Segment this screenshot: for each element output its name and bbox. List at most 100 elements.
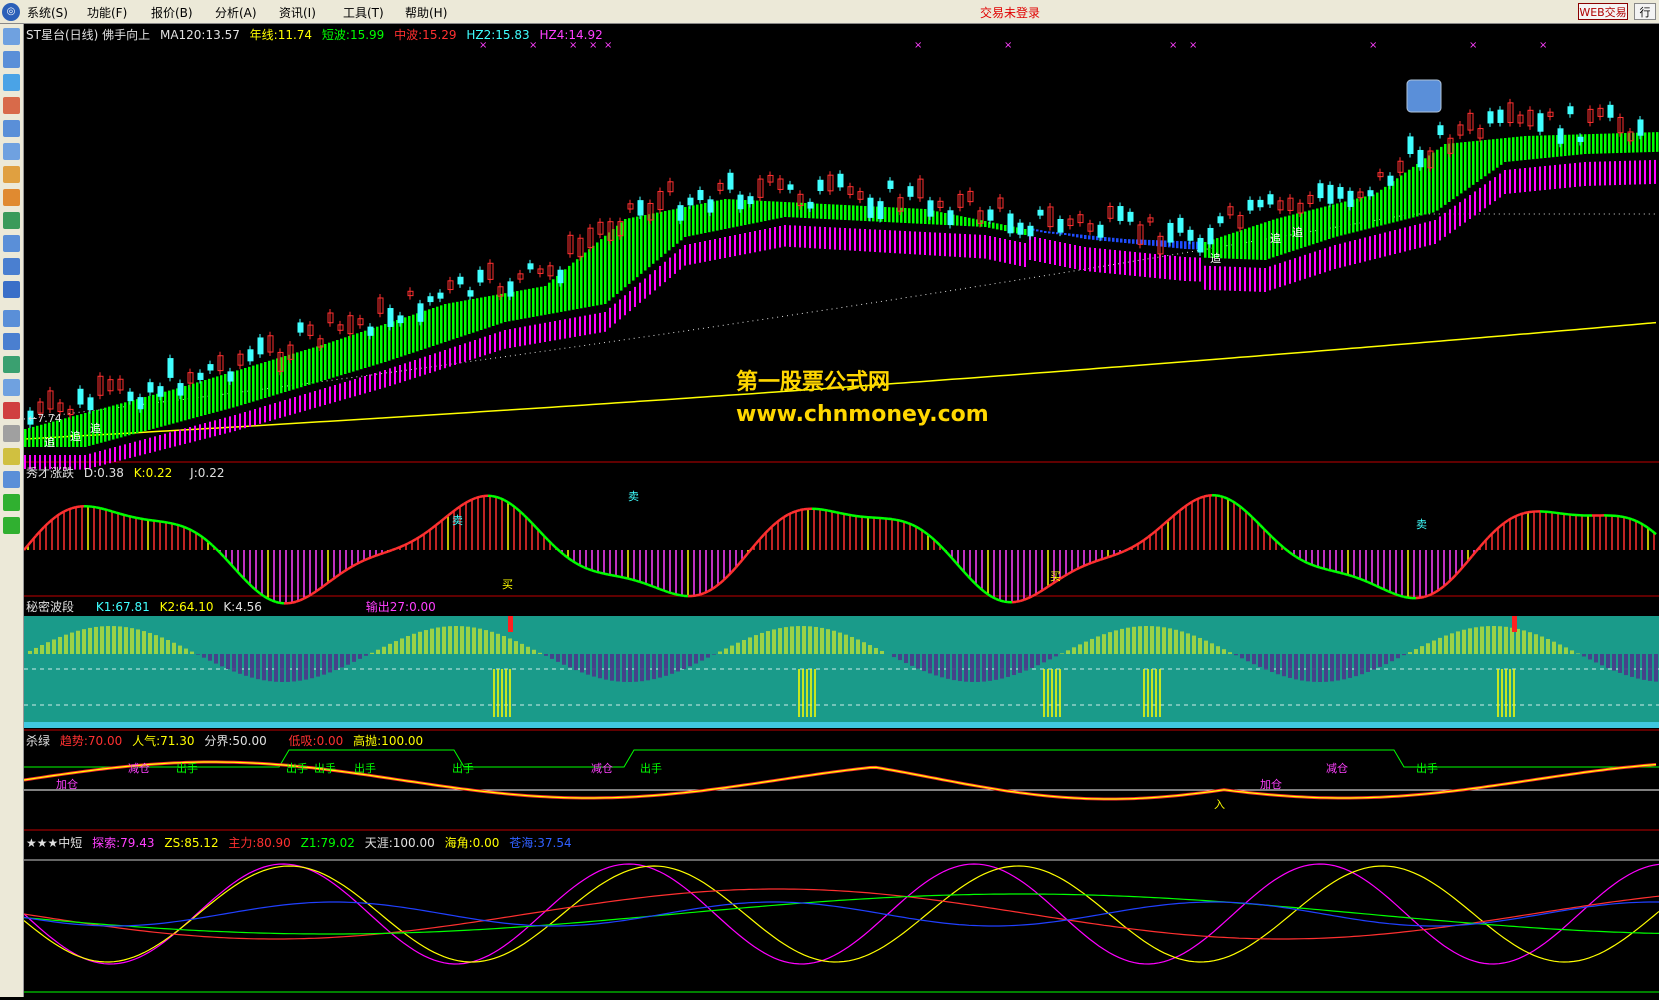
xiucai-line [840, 513, 844, 514]
zhongduan-line [24, 894, 1659, 934]
app-logo-icon[interactable]: ◎ [2, 3, 20, 21]
xiucai-line [1332, 571, 1336, 572]
lower-ribbon-bar [474, 340, 476, 359]
lower-ribbon-bar [189, 427, 191, 443]
toolbar-users-icon[interactable] [3, 212, 20, 229]
ribbon-bar [300, 351, 303, 387]
xiucai-line [572, 561, 576, 564]
menu-system[interactable]: 系统(S) [27, 4, 68, 21]
menu-function[interactable]: 功能(F) [87, 4, 127, 21]
toolbar-dollar-icon[interactable] [3, 402, 20, 419]
row-button[interactable]: 行 [1634, 3, 1656, 20]
lower-ribbon-bar [714, 239, 716, 260]
xiucai-line [764, 530, 768, 534]
menu-news[interactable]: 资讯(I) [279, 4, 316, 21]
xiucai-line [1268, 533, 1272, 537]
toolbar-money-icon[interactable] [3, 189, 20, 206]
ribbon-bar [1180, 241, 1183, 249]
toolbar-drag-icon[interactable] [3, 425, 20, 442]
candle-body [1198, 238, 1203, 252]
xiucai-line [56, 514, 60, 517]
lower-ribbon-bar [1529, 168, 1531, 192]
ribbon-bar [1088, 235, 1091, 239]
lower-ribbon-bar [1094, 248, 1096, 272]
candle-body [1028, 226, 1033, 236]
lower-ribbon-bar [434, 353, 436, 371]
ribbon-bar [128, 401, 131, 435]
chart-area[interactable]: ×××××××××××× ST星台(日线) 佛手向上 MA120:13.57 年… [24, 24, 1659, 1000]
toolbar-list-icon[interactable] [3, 51, 20, 68]
lower-ribbon-bar [489, 335, 491, 354]
lower-ribbon-bar [1374, 235, 1376, 259]
hz2-value: HZ2:15.83 [466, 28, 529, 42]
ribbon-bar [484, 297, 487, 329]
xiucai-line [1064, 574, 1068, 576]
xiucai-line [1560, 513, 1564, 514]
ribbon-bar [380, 325, 383, 363]
xiucai-line [168, 523, 172, 524]
lower-ribbon-bar [1544, 166, 1546, 190]
lower-ribbon-bar [1209, 266, 1211, 290]
toolbar-indicator-icon[interactable] [3, 310, 20, 327]
xiucai-line [1360, 579, 1364, 581]
toolbar-draw-icon[interactable] [3, 448, 20, 465]
ribbon-bar [440, 305, 443, 343]
toolbar-etf-icon[interactable] [3, 281, 20, 298]
xiucai-line [1260, 525, 1264, 529]
menu-analysis[interactable]: 分析(A) [215, 4, 257, 21]
toolbar-chart-icon[interactable] [3, 356, 20, 373]
candle-body [438, 293, 443, 298]
xiucai-line [1132, 545, 1136, 547]
ribbon-bar [328, 343, 331, 379]
xiucai-line [668, 592, 672, 593]
toolbar-search-icon[interactable] [3, 258, 20, 275]
menu-tools[interactable]: 工具(T) [343, 4, 384, 21]
xiucai-line [796, 510, 800, 511]
lower-ribbon-bar [1294, 258, 1296, 282]
lower-ribbon-bar [1624, 161, 1626, 185]
toolbar-crosshair-icon[interactable] [3, 471, 20, 488]
top-marker: × [1189, 40, 1197, 51]
lower-ribbon-bar [269, 405, 271, 421]
xiucai-legend: 秀才涨跌 D:0.38 K:0.22 J:0.22 [26, 464, 230, 481]
candle-body [1558, 129, 1563, 143]
xiucai-line [836, 512, 840, 513]
ribbon-bar [1572, 135, 1575, 156]
toolbar-rsi-icon[interactable] [3, 333, 20, 350]
toolbar-f10-icon[interactable] [3, 235, 20, 252]
ribbon-bar [1360, 198, 1363, 231]
toolbar-report-icon[interactable] [3, 143, 20, 160]
menu-help[interactable]: 帮助(H) [405, 4, 447, 21]
lower-ribbon-bar [1549, 166, 1551, 190]
lower-ribbon-bar [949, 233, 951, 256]
xiucai-line [1216, 495, 1220, 496]
ribbon-bar [1148, 240, 1151, 246]
lower-ribbon-bar [1049, 240, 1051, 264]
xiucai-line [1644, 525, 1648, 528]
web-trade-button[interactable]: WEB交易 [1578, 3, 1628, 20]
lower-ribbon-bar [739, 234, 741, 255]
toolbar-quote-icon[interactable] [3, 28, 20, 45]
chart-canvas[interactable]: ×××××××××××× [24, 24, 1659, 997]
xiucai-line [664, 591, 668, 592]
trade-login-status[interactable]: 交易未登录 [980, 4, 1040, 21]
toolbar-screen-icon[interactable] [3, 379, 20, 396]
ribbon-bar [436, 307, 439, 345]
toolbar-kline-icon[interactable] [3, 97, 20, 114]
toolbar-finance-icon[interactable] [3, 166, 20, 183]
xiucai-line [1044, 587, 1048, 590]
toolbar-arrow-up-icon[interactable] [3, 494, 20, 511]
toolbar-table-icon[interactable] [3, 120, 20, 137]
ribbon-bar [624, 219, 627, 287]
lower-ribbon-bar [1389, 231, 1391, 255]
ribbon-bar [1412, 167, 1415, 218]
menu-quote[interactable]: 报价(B) [151, 4, 193, 21]
toolbar-line-chart-icon[interactable] [3, 74, 20, 91]
ribbon-bar [596, 242, 599, 305]
lower-ribbon-bar [239, 414, 241, 430]
xiucai-line [160, 521, 164, 522]
lower-ribbon-bar [174, 431, 176, 447]
ribbon-bar [260, 363, 263, 399]
lower-ribbon-bar [154, 436, 156, 451]
toolbar-arrow-down-icon[interactable] [3, 517, 20, 534]
